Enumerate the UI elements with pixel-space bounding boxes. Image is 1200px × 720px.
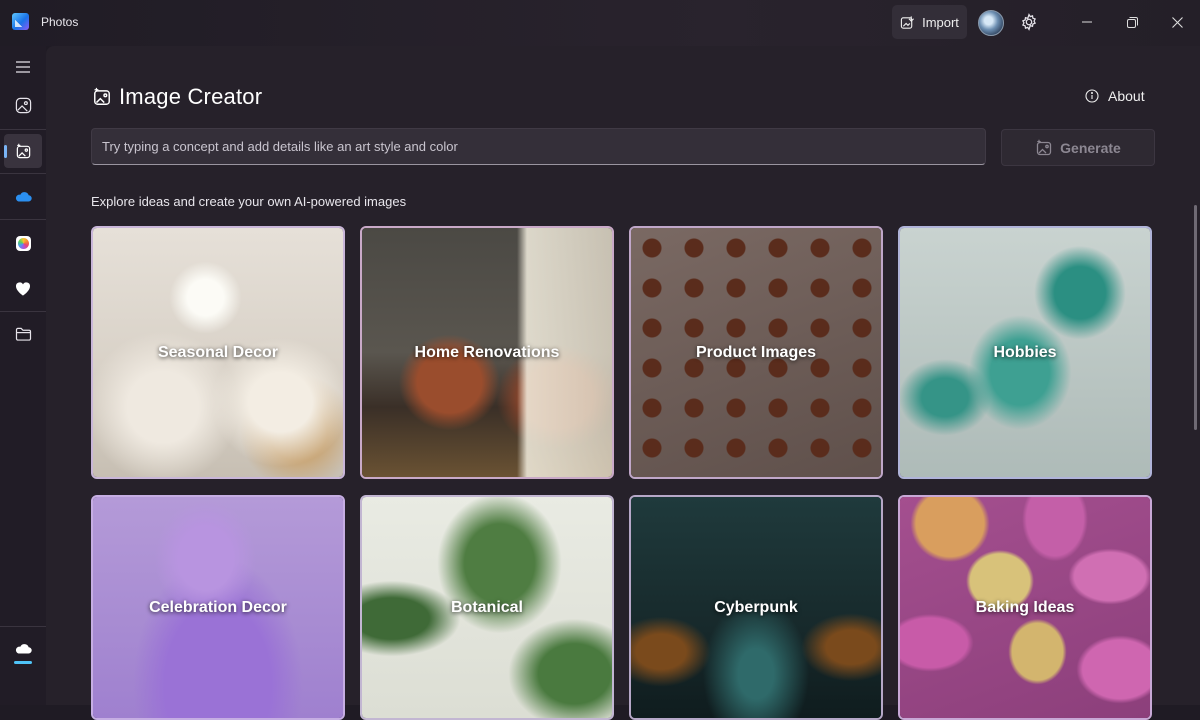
sidebar-item-folders[interactable] [4,317,42,351]
explore-text: Explore ideas and create your own AI-pow… [91,194,407,209]
sidebar-divider [0,626,46,627]
import-button[interactable]: Import [892,5,967,39]
title-bar: Photos Import [0,0,1200,46]
sidebar-divider [0,219,46,220]
app-title: Photos [41,15,79,29]
idea-card-hobbies[interactable]: Hobbies [898,226,1152,479]
card-label: Cyberpunk [714,598,798,616]
sidebar [0,46,46,705]
info-icon [1085,89,1099,103]
gear-icon[interactable] [1020,13,1038,31]
image-creator-icon [1036,139,1052,155]
card-label: Hobbies [993,343,1057,361]
idea-card-home-renovations[interactable]: Home Renovations [360,226,614,479]
card-label: Seasonal Decor [157,343,279,361]
close-icon [1171,16,1183,28]
idea-card-product-images[interactable]: Product Images [629,226,883,479]
idea-card-celebration-decor[interactable]: Celebration Decor [91,495,345,720]
card-label: Home Renovations [414,343,560,361]
about-link[interactable]: About [1085,88,1145,104]
generate-label: Generate [1060,139,1121,156]
sidebar-item-image-creator[interactable] [4,134,42,168]
about-label: About [1108,88,1145,104]
cloud-icon [15,192,32,202]
restore-icon [1126,16,1138,28]
sidebar-divider [0,129,46,130]
photo-icon [15,97,31,113]
sidebar-item-icloud[interactable] [4,226,42,260]
avatar[interactable] [978,10,1004,36]
sidebar-divider [0,173,46,174]
restore-button[interactable] [1122,12,1142,32]
minimize-button[interactable] [1077,12,1097,32]
minimize-icon [1082,21,1092,23]
hamburger-icon [16,61,30,73]
cloud-sync-button[interactable] [4,634,42,672]
icloud-photos-icon [15,235,31,251]
idea-card-baking-ideas[interactable]: Baking Ideas [898,495,1152,720]
heart-icon [15,281,31,295]
generate-button[interactable]: Generate [1001,129,1155,166]
folder-icon [15,327,31,341]
idea-card-seasonal-decor[interactable]: Seasonal Decor [91,226,345,479]
card-label: Celebration Decor [149,598,287,616]
active-indicator [4,145,7,158]
scrollbar[interactable] [1194,205,1197,430]
sidebar-divider [0,311,46,312]
import-icon [900,15,915,29]
prompt-input[interactable] [91,128,986,165]
card-label: Baking Ideas [975,598,1075,616]
menu-button[interactable] [4,50,42,84]
sidebar-item-favorites[interactable] [4,271,42,305]
sidebar-item-gallery[interactable] [4,88,42,122]
page-title: Image Creator [119,84,263,109]
close-button[interactable] [1167,12,1187,32]
idea-card-botanical[interactable]: Botanical [360,495,614,720]
card-label: Botanical [450,598,523,616]
image-creator-icon [94,87,110,105]
import-label: Import [922,14,959,30]
photos-logo-icon [12,13,29,30]
sidebar-item-onedrive[interactable] [4,180,42,214]
page-header: Image Creator [92,84,262,110]
image-creator-icon [16,143,30,158]
cloud-sync-icon [14,643,32,664]
card-label: Product Images [695,343,817,361]
idea-card-cyberpunk[interactable]: Cyberpunk [629,495,883,720]
